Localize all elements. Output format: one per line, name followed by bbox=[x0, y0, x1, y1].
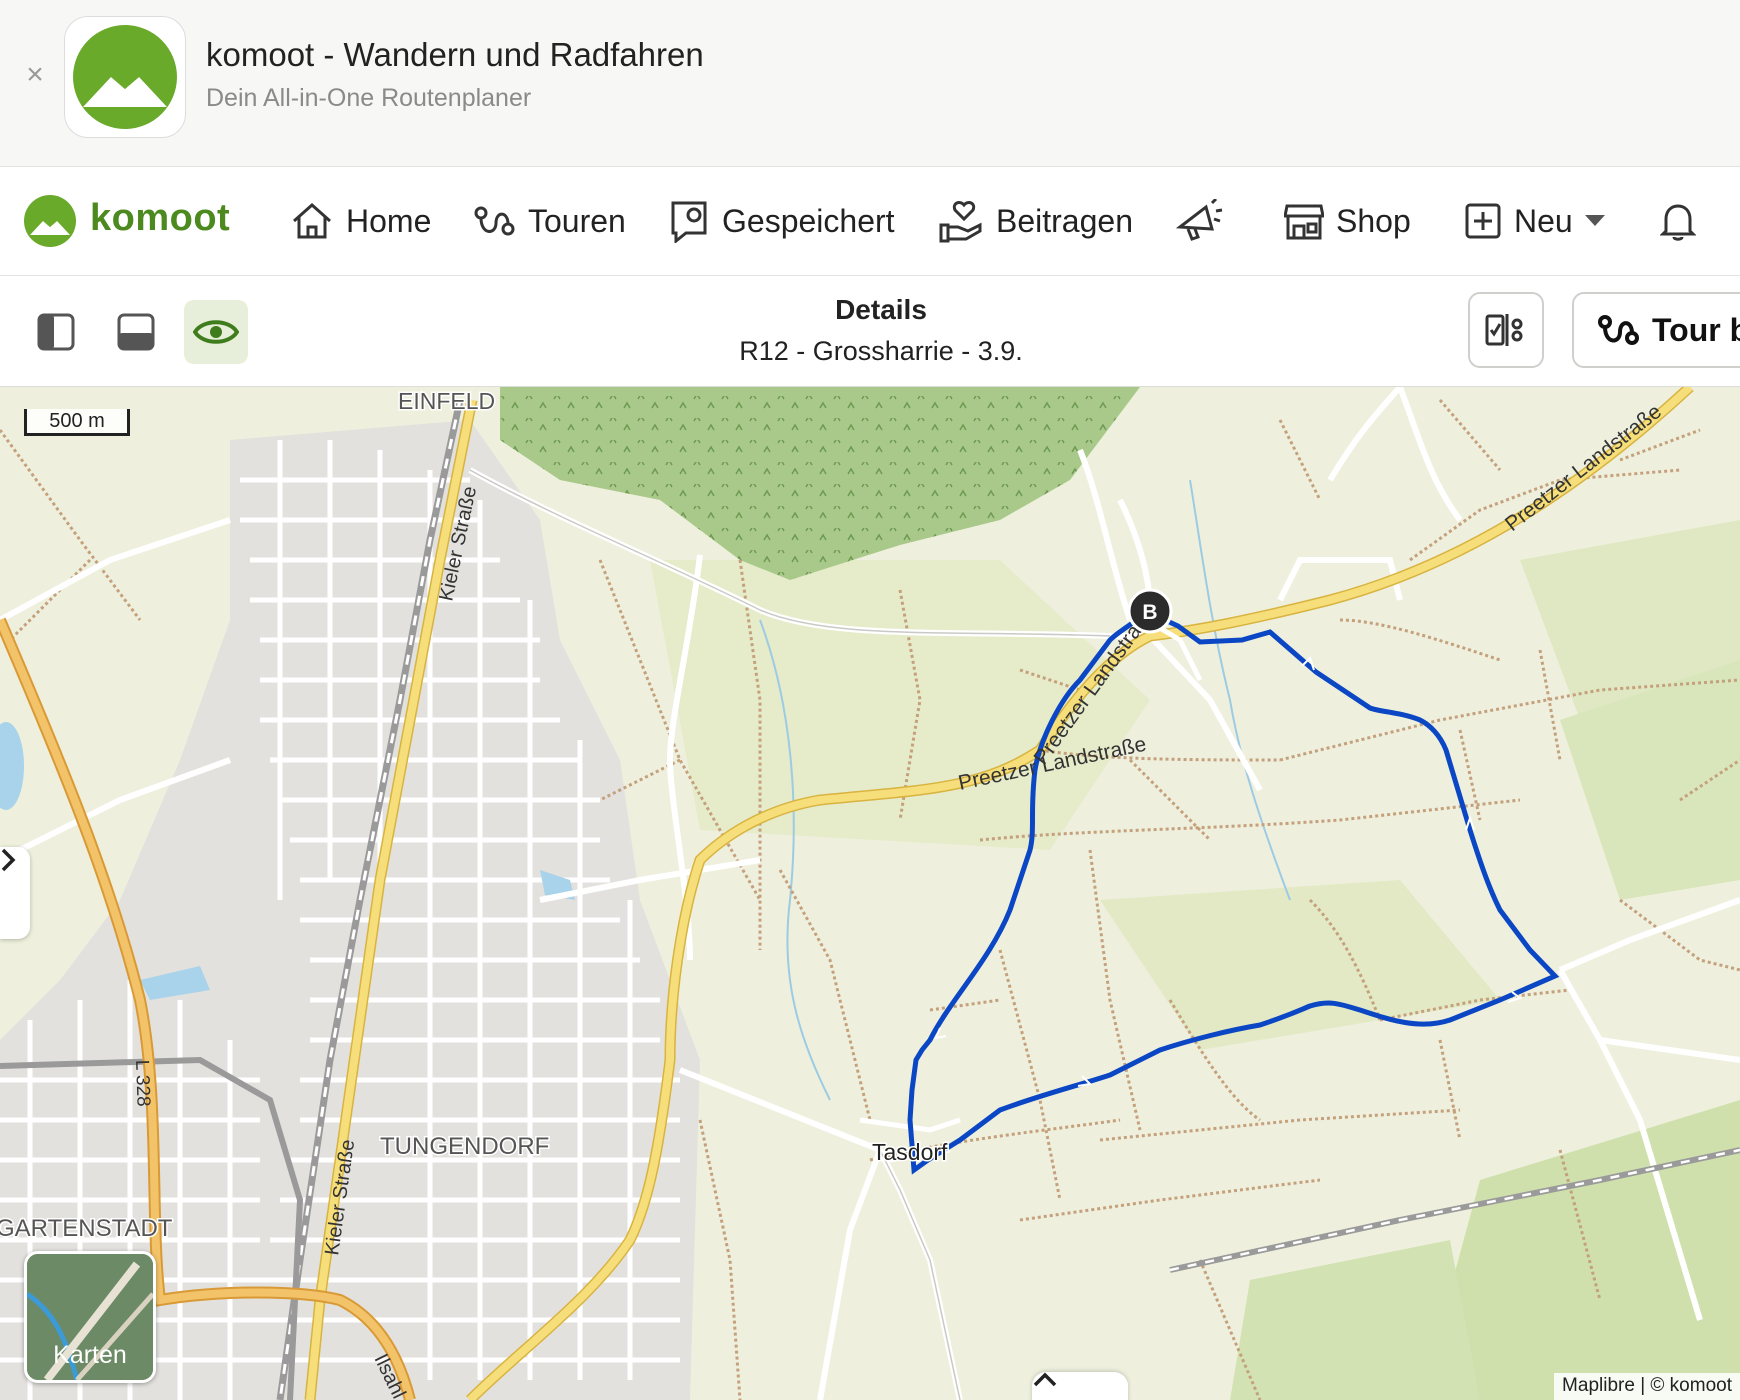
nav-home[interactable]: Home bbox=[290, 195, 431, 247]
nav-neu[interactable]: Neu bbox=[1464, 195, 1605, 247]
nav-beitragen-label: Beitragen bbox=[996, 202, 1133, 239]
route-icon bbox=[474, 206, 515, 236]
nav-neu-label: Neu bbox=[1514, 202, 1573, 239]
route-icon bbox=[1598, 315, 1639, 345]
route-end-marker[interactable]: B bbox=[1127, 588, 1173, 634]
details-toolbar: Details R12 - Grossharrie - 3.9. Tour b bbox=[0, 276, 1740, 387]
top-navigation: komoot Home Touren Gespeichert Beitragen… bbox=[0, 167, 1740, 276]
place-tasdorf: Tasdorf bbox=[872, 1139, 948, 1165]
map-layer-button[interactable]: Karten bbox=[24, 1251, 156, 1383]
nav-touren[interactable]: Touren bbox=[474, 195, 626, 247]
place-gartenstadt: GARTENSTADT bbox=[0, 1215, 173, 1242]
megaphone-icon bbox=[1176, 199, 1223, 241]
compare-button[interactable] bbox=[1468, 292, 1544, 368]
bell-icon bbox=[1660, 204, 1696, 241]
plus-square-icon bbox=[1465, 203, 1501, 239]
expand-sidebar-button[interactable] bbox=[0, 847, 30, 939]
nav-shop[interactable]: Shop bbox=[1284, 195, 1411, 247]
nav-gespeichert[interactable]: Gespeichert bbox=[668, 195, 895, 247]
logo-text[interactable]: komoot bbox=[90, 197, 230, 240]
nav-announcements[interactable] bbox=[1176, 195, 1224, 247]
tour-button-label: Tour b bbox=[1652, 311, 1740, 348]
notifications-button[interactable] bbox=[1660, 195, 1696, 247]
store-icon bbox=[1284, 204, 1324, 240]
nav-home-label: Home bbox=[346, 202, 432, 239]
app-icon[interactable] bbox=[64, 16, 186, 138]
app-title: komoot - Wandern und Radfahren bbox=[206, 36, 704, 73]
expand-panel-button[interactable] bbox=[1032, 1372, 1128, 1400]
heart-hand-icon bbox=[939, 201, 982, 243]
nav-beitragen[interactable]: Beitragen bbox=[938, 195, 1133, 247]
app-install-banner: × komoot - Wandern und Radfahren Dein Al… bbox=[0, 0, 1740, 167]
komoot-logo-icon[interactable] bbox=[22, 193, 78, 254]
bookmark-icon bbox=[671, 201, 707, 243]
map-attribution[interactable]: Maplibre | © komoot bbox=[1554, 1373, 1740, 1400]
chevron-up-icon bbox=[1033, 1372, 1057, 1387]
map-canvas[interactable]: Kieler Straße Kieler Straße Preetzer Lan… bbox=[0, 387, 1740, 1400]
map-scale: 500 m bbox=[24, 409, 130, 436]
chevron-down-icon bbox=[1584, 215, 1605, 226]
map-layer: Kieler Straße Kieler Straße Preetzer Lan… bbox=[0, 387, 1740, 1400]
route-end-marker-label: B bbox=[1142, 601, 1157, 624]
map-layer-label: Karten bbox=[53, 1341, 127, 1369]
nav-gespeichert-label: Gespeichert bbox=[722, 202, 895, 239]
house-icon bbox=[293, 202, 331, 239]
chevron-right-icon bbox=[1, 848, 16, 872]
compare-icon bbox=[1485, 314, 1523, 346]
tour-button[interactable]: Tour b bbox=[1572, 292, 1740, 368]
close-icon[interactable]: × bbox=[22, 60, 48, 90]
map-label-l328: L 328 bbox=[131, 1059, 154, 1107]
place-tungendorf: TUNGENDORF bbox=[380, 1133, 549, 1160]
nav-shop-label: Shop bbox=[1336, 202, 1411, 239]
nav-touren-label: Touren bbox=[528, 202, 626, 239]
app-subtitle: Dein All-in-One Routenplaner bbox=[206, 84, 532, 112]
place-einfeld: EINFELD bbox=[398, 388, 495, 414]
